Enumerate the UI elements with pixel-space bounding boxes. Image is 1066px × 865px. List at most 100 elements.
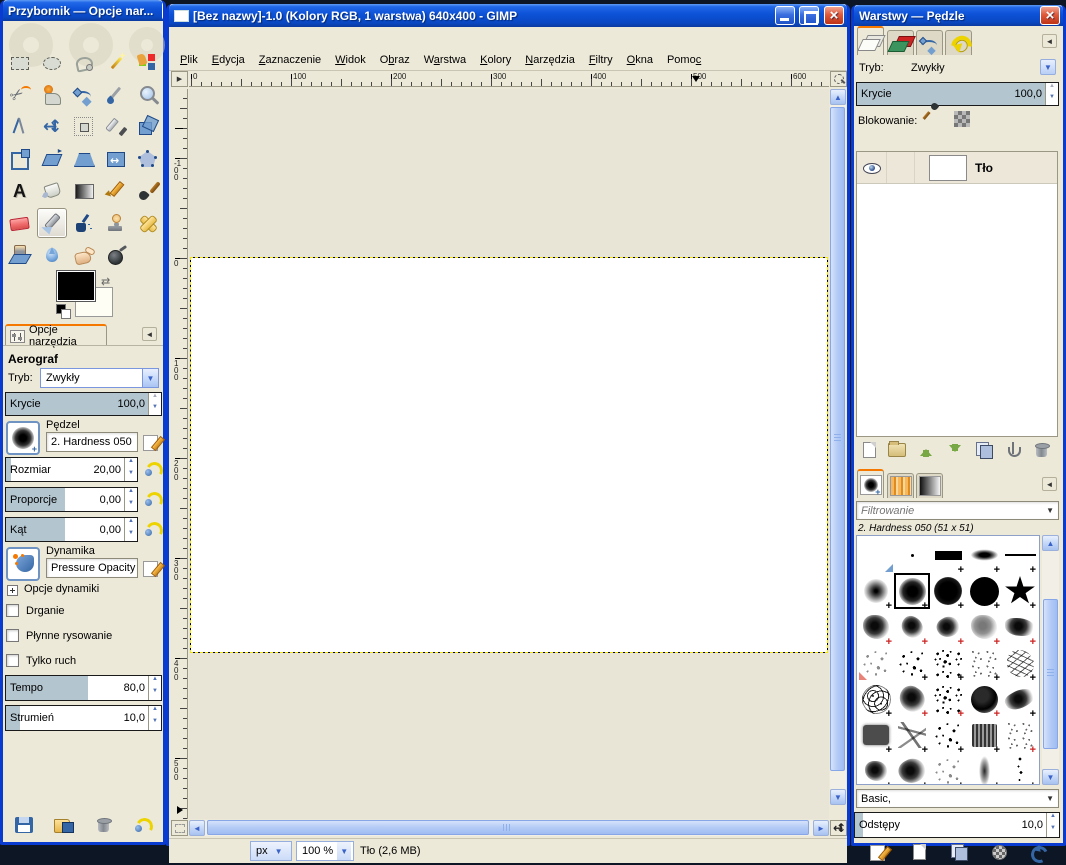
color-picker-tool[interactable] [101, 80, 131, 110]
tab-undo-history[interactable] [945, 30, 972, 55]
brush-scroll-up-button[interactable]: ▲ [1042, 535, 1059, 551]
reset-aspect-button[interactable] [143, 491, 161, 507]
dock-titlebar[interactable]: Warstwy — Pędzle [854, 5, 1063, 26]
brush-scrollbar[interactable] [1042, 551, 1059, 769]
reset-tool-options-button[interactable] [131, 815, 153, 835]
brush-item[interactable] [858, 573, 894, 609]
brush-item[interactable] [1002, 753, 1038, 785]
heal-tool[interactable] [133, 208, 163, 238]
size-spinner[interactable]: ▲▼ [124, 458, 137, 481]
new-brush-button[interactable] [908, 842, 930, 862]
dodge-burn-tool[interactable] [101, 240, 131, 270]
rate-slider[interactable]: Tempo 80,0 ▲▼ [5, 675, 162, 701]
brush-item[interactable] [858, 537, 894, 573]
shear-tool[interactable] [37, 144, 67, 174]
brush-item[interactable] [966, 537, 1002, 573]
text-tool[interactable] [5, 176, 35, 206]
brush-item[interactable] [930, 609, 966, 645]
tab-brushes[interactable] [857, 469, 884, 498]
toolbox-titlebar[interactable]: Przybornik — Opcje nar... [3, 0, 163, 21]
brush-item[interactable] [930, 753, 966, 785]
aspect-spinner[interactable]: ▲▼ [124, 488, 137, 511]
zoom-tool[interactable] [133, 80, 163, 110]
panel-menu-button[interactable]: ◄ [1042, 477, 1057, 491]
layer-row[interactable]: Tło [857, 152, 1057, 184]
canvas[interactable] [190, 257, 828, 653]
smooth-stroke-checkbox[interactable] [6, 629, 19, 642]
free-select-tool[interactable] [69, 48, 99, 78]
spacing-spinner[interactable]: ▲▼ [1046, 813, 1059, 837]
flow-slider[interactable]: Strumień 10,0 ▲▼ [5, 705, 162, 731]
anchor-layer-button[interactable] [1002, 440, 1024, 460]
scroll-up-button[interactable]: ▲ [830, 89, 846, 105]
brush-item[interactable] [966, 609, 1002, 645]
duplicate-layer-button[interactable] [973, 440, 995, 460]
brush-item[interactable] [1002, 537, 1038, 573]
zoom-follow-window-button[interactable] [830, 71, 847, 87]
dynamics-options-expander[interactable] [7, 585, 18, 596]
brush-item[interactable] [930, 681, 966, 717]
brush-item[interactable] [894, 645, 930, 681]
brush-item[interactable] [930, 573, 966, 609]
vertical-scrollbar[interactable] [830, 105, 846, 789]
align-tool[interactable] [69, 112, 99, 142]
quick-mask-toggle[interactable] [171, 820, 188, 836]
layer-link-cell[interactable] [887, 152, 915, 183]
paths-tool[interactable] [69, 80, 99, 110]
brush-item[interactable] [858, 609, 894, 645]
panel-menu-button[interactable]: ◄ [1042, 34, 1057, 48]
brush-item[interactable] [930, 717, 966, 753]
tab-paths[interactable] [916, 30, 943, 55]
brush-item[interactable] [966, 573, 1002, 609]
brush-item[interactable] [1002, 681, 1038, 717]
layer-mode-value[interactable]: Zwykły [911, 62, 945, 74]
eraser-tool[interactable] [5, 208, 35, 238]
brush-item[interactable] [894, 753, 930, 785]
brush-item[interactable] [1002, 645, 1038, 681]
brush-preview[interactable]: + [6, 421, 40, 455]
angle-spinner[interactable]: ▲▼ [124, 518, 137, 541]
zoom-select[interactable]: 100 % ▼ [296, 841, 354, 861]
delete-layer-button[interactable] [1031, 440, 1053, 460]
pan-navigation-button[interactable] [830, 820, 847, 836]
jitter-checkbox[interactable] [6, 604, 19, 617]
brush-item[interactable] [894, 681, 930, 717]
rectangle-select-tool[interactable] [5, 48, 35, 78]
perspective-tool[interactable] [69, 144, 99, 174]
ink-tool[interactable] [69, 208, 99, 238]
new-layer-button[interactable] [858, 440, 880, 460]
horizontal-ruler[interactable]: 0 100 200 300 400 500 600 [189, 71, 829, 87]
ruler-corner-menu-button[interactable]: ▶ [171, 71, 188, 87]
clone-tool[interactable] [101, 208, 131, 238]
fuzzy-select-tool[interactable] [101, 48, 131, 78]
brush-item[interactable] [858, 645, 894, 681]
brush-name-field[interactable]: 2. Hardness 050 [46, 432, 138, 452]
brush-scrollbar-thumb[interactable] [1043, 599, 1058, 749]
vertical-scrollbar-thumb[interactable] [830, 107, 845, 771]
menu-kolory[interactable]: Kolory [473, 51, 518, 69]
scroll-left-button[interactable]: ◄ [189, 820, 205, 836]
flow-spinner[interactable]: ▲▼ [148, 706, 161, 730]
canvas-viewport[interactable] [189, 89, 829, 819]
brush-item[interactable] [1002, 573, 1038, 609]
opacity-slider[interactable]: Krycie 100,0 ▲▼ [5, 392, 162, 416]
chevron-down-icon[interactable]: ▼ [142, 369, 158, 387]
brush-item[interactable] [930, 645, 966, 681]
reset-size-button[interactable] [143, 461, 161, 477]
bucket-fill-tool[interactable] [37, 176, 67, 206]
menu-filtry[interactable]: Filtry [582, 51, 620, 69]
gradient-tool[interactable] [69, 176, 99, 206]
crop-tool[interactable] [101, 112, 131, 142]
reset-angle-button[interactable] [143, 521, 161, 537]
measure-tool[interactable] [5, 112, 35, 142]
brush-item[interactable] [858, 717, 894, 753]
move-tool[interactable] [37, 112, 67, 142]
refresh-brushes-button[interactable] [1026, 842, 1048, 862]
rotate-tool[interactable] [133, 112, 163, 142]
layer-visibility-toggle[interactable] [857, 152, 887, 183]
close-button[interactable] [162, 1, 163, 20]
rate-spinner[interactable]: ▲▼ [148, 676, 161, 700]
layer-opacity-spinner[interactable]: ▲▼ [1045, 83, 1058, 105]
paint-mode-select[interactable]: Zwykły ▼ [40, 368, 159, 388]
brush-item[interactable] [1002, 609, 1038, 645]
